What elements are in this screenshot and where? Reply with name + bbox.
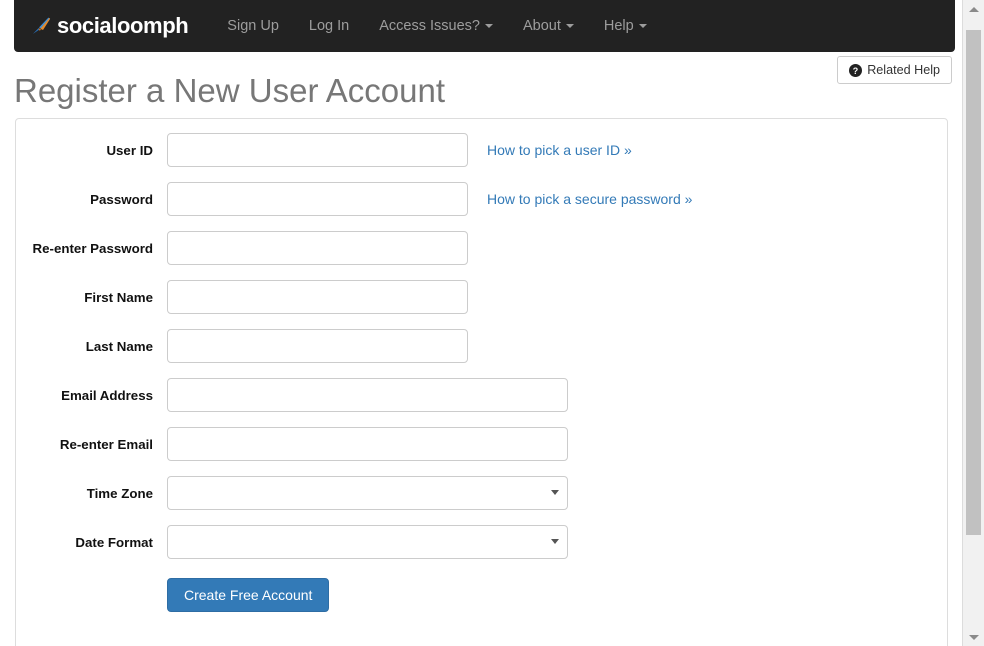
email-address-input[interactable] (167, 378, 568, 412)
label-first-name: First Name (84, 290, 153, 305)
nav-label: Log In (308, 18, 350, 34)
quill-pen-icon (32, 17, 51, 34)
label-reenter-password: Re-enter Password (32, 241, 153, 256)
related-help-label: Related Help (867, 63, 940, 77)
nav-item-sign-up[interactable]: Sign Up (212, 0, 294, 52)
nav-item-access-issues[interactable]: Access Issues? (364, 0, 508, 52)
scrollbar-up-button[interactable] (963, 0, 984, 18)
field-col-date-format (167, 525, 568, 559)
scrollbar-down-button[interactable] (963, 628, 984, 646)
form-row-time-zone: Time Zone (16, 476, 947, 510)
field-col-email-address (167, 378, 568, 412)
create-free-account-button[interactable]: Create Free Account (167, 578, 330, 612)
vertical-scrollbar[interactable] (962, 0, 984, 646)
help-link-user-id[interactable]: How to pick a user ID » (487, 142, 632, 158)
reenter-password-input[interactable] (167, 231, 468, 265)
form-row-last-name: Last Name (16, 329, 947, 363)
date-format-select-wrap (167, 525, 568, 559)
field-col-last-name (167, 329, 468, 363)
label-last-name: Last Name (85, 339, 153, 354)
password-input[interactable] (167, 182, 468, 216)
question-circle-icon: ? (849, 63, 863, 77)
label-time-zone: Time Zone (86, 486, 153, 501)
form-row-reenter-password: Re-enter Password (16, 231, 947, 265)
nav-label: About (522, 18, 561, 34)
time-zone-select-wrap (167, 476, 568, 510)
nav-item-help[interactable]: Help (589, 0, 662, 52)
scroll-down-arrow-icon (968, 634, 979, 640)
field-col-first-name (167, 280, 468, 314)
help-link-password[interactable]: How to pick a secure password » (487, 191, 692, 207)
form-row-password: Password How to pick a secure password » (16, 182, 947, 216)
brand-logo[interactable]: socialoomph (14, 0, 202, 52)
page-content: socialoomph Sign Up Log In Access Issues… (0, 0, 962, 646)
date-format-select[interactable] (167, 525, 568, 559)
page-title: Register a New User Account (14, 72, 446, 109)
nav-label: Help (603, 18, 634, 34)
form-row-user-id: User ID How to pick a user ID » (16, 133, 947, 167)
registration-form: User ID How to pick a user ID » Password… (16, 119, 947, 612)
nav-label: Sign Up (227, 18, 279, 34)
label-date-format: Date Format (75, 535, 153, 550)
brand-name: socialoomph (57, 13, 189, 38)
user-id-input[interactable] (167, 133, 468, 167)
registration-panel: User ID How to pick a user ID » Password… (15, 118, 948, 646)
field-col-password: How to pick a secure password » (167, 182, 692, 216)
label-password: Password (90, 192, 153, 207)
last-name-input[interactable] (167, 329, 468, 363)
field-col-user-id: How to pick a user ID » (167, 133, 632, 167)
main-navbar: socialoomph Sign Up Log In Access Issues… (14, 0, 955, 52)
field-col-reenter-email (167, 427, 568, 461)
label-email-address: Email Address (61, 388, 153, 403)
svg-text:?: ? (853, 65, 858, 75)
browser-viewport: socialoomph Sign Up Log In Access Issues… (0, 0, 984, 646)
first-name-input[interactable] (167, 280, 468, 314)
form-row-email-address: Email Address (16, 378, 947, 412)
related-help-button[interactable]: ? Related Help (837, 56, 952, 84)
time-zone-select[interactable] (167, 476, 568, 510)
label-reenter-email: Re-enter Email (59, 437, 153, 452)
nav-label: Access Issues? (379, 18, 480, 34)
form-row-submit: Create Free Account (16, 574, 947, 612)
form-row-reenter-email: Re-enter Email (16, 427, 947, 461)
nav-item-about[interactable]: About (508, 0, 589, 52)
form-row-first-name: First Name (16, 280, 947, 314)
field-col-reenter-password (167, 231, 468, 265)
label-user-id: User ID (106, 143, 153, 158)
chevron-down-icon (484, 24, 493, 29)
chevron-down-icon (638, 24, 647, 29)
form-row-date-format: Date Format (16, 525, 947, 559)
nav-item-log-in[interactable]: Log In (294, 0, 364, 52)
chevron-down-icon (565, 24, 574, 29)
field-col-time-zone (167, 476, 568, 510)
scrollbar-thumb[interactable] (966, 30, 981, 535)
navbar-links: Sign Up Log In Access Issues? About Help (212, 0, 661, 52)
scroll-up-arrow-icon (968, 6, 979, 12)
reenter-email-input[interactable] (167, 427, 568, 461)
